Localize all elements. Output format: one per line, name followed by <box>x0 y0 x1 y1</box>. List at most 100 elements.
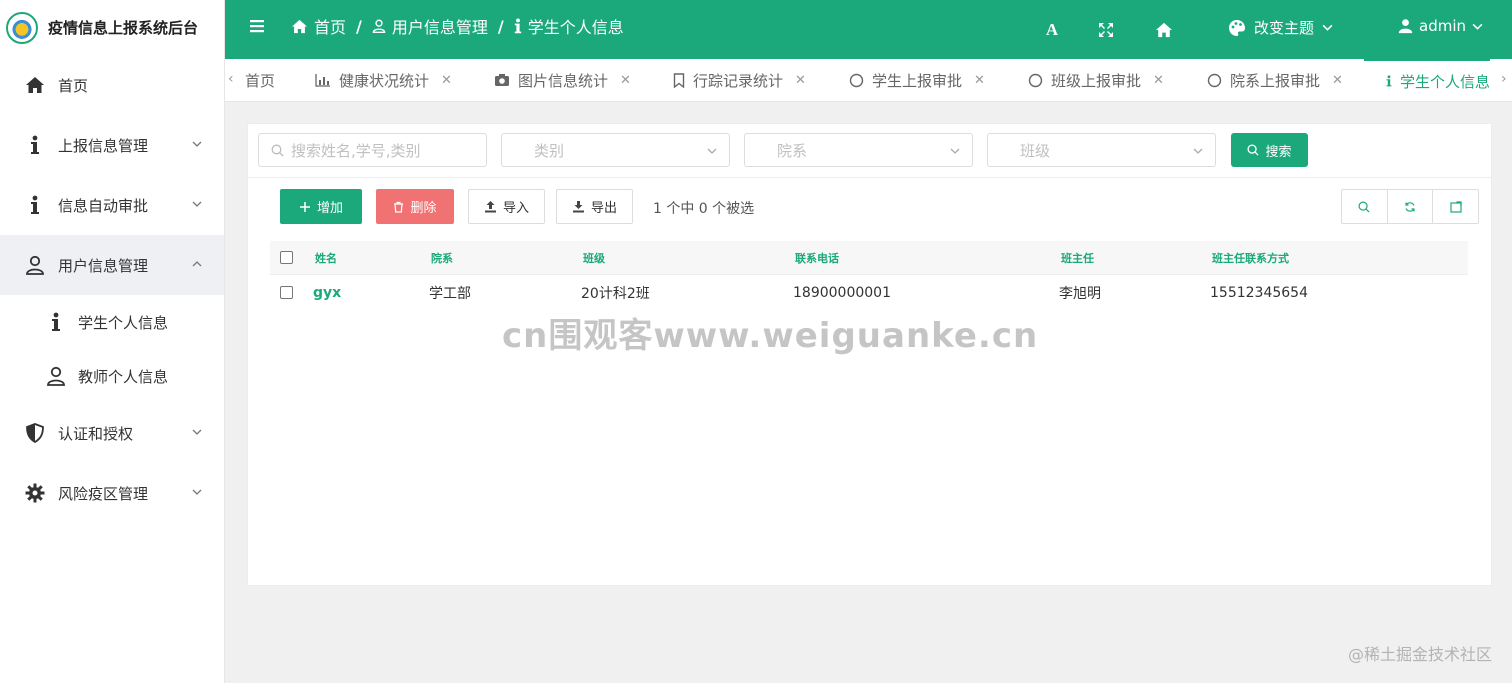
user-dropdown[interactable]: admin <box>1398 17 1483 35</box>
chevron-up-icon <box>192 261 202 267</box>
tab-label: 学生上报审批 <box>872 71 963 90</box>
camera-icon <box>495 74 509 86</box>
sidebar-item-auth[interactable]: 认证和授权 <box>0 403 224 463</box>
menu-toggle-icon[interactable] <box>249 18 265 34</box>
chevron-down-icon <box>707 148 717 154</box>
close-icon[interactable]: ✕ <box>620 73 631 88</box>
close-icon[interactable]: ✕ <box>441 73 452 88</box>
close-icon[interactable]: ✕ <box>1153 73 1164 88</box>
circle-icon <box>1207 73 1222 87</box>
add-button-label: 增加 <box>316 201 343 216</box>
theme-dropdown[interactable]: 改变主题 <box>1228 17 1333 38</box>
column-header[interactable]: 班主任联系方式 <box>1212 250 1289 266</box>
home-icon <box>24 74 46 96</box>
chevron-down-icon <box>1472 23 1483 30</box>
department-placeholder: 院系 <box>777 141 808 160</box>
user-icon <box>372 19 386 33</box>
tab-trace-stats[interactable]: 行踪记录统计 ✕ <box>673 59 806 101</box>
export-button[interactable]: 导出 <box>556 189 633 224</box>
column-header[interactable]: 联系电话 <box>795 250 839 266</box>
trash-icon <box>394 201 404 213</box>
circle-icon <box>849 73 864 87</box>
search-button[interactable]: 搜索 <box>1231 133 1308 167</box>
chevron-down-icon <box>192 141 202 147</box>
class-select[interactable]: 班级 <box>987 133 1216 167</box>
tab-scroll-right-icon[interactable]: › <box>1501 71 1511 89</box>
font-size-button[interactable]: A <box>1045 0 1059 59</box>
breadcrumb-separator: / <box>356 16 362 36</box>
category-placeholder: 类别 <box>534 141 565 160</box>
sidebar-item-label: 首页 <box>58 76 89 95</box>
info-icon <box>514 18 521 34</box>
sidebar-subitem-label: 学生个人信息 <box>78 313 169 332</box>
sidebar-item-report-management[interactable]: 上报信息管理 <box>0 115 224 175</box>
sidebar-item-home[interactable]: 首页 <box>0 55 224 115</box>
bar-chart-icon <box>315 74 330 87</box>
info-icon <box>1386 75 1392 87</box>
fullscreen-icon[interactable] <box>1098 0 1114 59</box>
sidebar-item-risk-area[interactable]: 风险疫区管理 <box>0 463 224 523</box>
delete-button[interactable]: 删除 <box>376 189 454 224</box>
sidebar-subitem-label: 教师个人信息 <box>78 367 169 386</box>
breadcrumb-item[interactable]: 用户信息管理 <box>392 14 488 38</box>
search-icon <box>1247 144 1260 156</box>
close-icon[interactable]: ✕ <box>974 73 985 88</box>
column-header[interactable]: 院系 <box>431 250 453 266</box>
row-checkbox[interactable] <box>280 286 293 299</box>
tab-health-stats[interactable]: 健康状况统计 ✕ <box>315 59 452 101</box>
close-icon[interactable]: ✕ <box>1332 73 1343 88</box>
tab-label: 首页 <box>245 71 276 90</box>
sidebar-item-auto-approval[interactable]: 信息自动审批 <box>0 175 224 235</box>
user-icon <box>46 366 66 386</box>
tab-bar: ‹ 首页 健康状况统计 ✕ 图片信息统计 ✕ 行踪记录统计 ✕ 学生上报审批 ✕… <box>225 59 1512 102</box>
breadcrumb-item[interactable]: 首页 <box>314 14 346 38</box>
search-icon <box>271 144 284 157</box>
logo <box>6 11 38 44</box>
brand-title: 疫情信息上报系统后台 <box>48 19 199 37</box>
table-cell: 18900000001 <box>793 285 891 301</box>
chevron-down-icon <box>192 201 202 207</box>
chevron-down-icon <box>192 489 202 495</box>
tab-label: 行踪记录统计 <box>693 71 784 90</box>
tab-scroll-left-icon[interactable]: ‹ <box>228 71 238 89</box>
info-icon <box>46 312 66 332</box>
sidebar-item-user-management[interactable]: 用户信息管理 <box>0 235 224 295</box>
theme-label: 改变主题 <box>1254 19 1315 37</box>
column-header[interactable]: 班主任 <box>1061 250 1094 266</box>
user-icon <box>24 254 46 276</box>
tab-home[interactable]: 首页 <box>245 59 275 101</box>
category-select[interactable]: 类别 <box>501 133 730 167</box>
table-cell: 15512345654 <box>1210 285 1308 301</box>
column-header[interactable]: 姓名 <box>315 250 337 266</box>
sidebar-subitem-teacher-info[interactable]: 教师个人信息 <box>0 349 224 403</box>
tab-label: 班级上报审批 <box>1051 71 1142 90</box>
tab-label: 院系上报审批 <box>1230 71 1321 90</box>
info-icon <box>24 134 46 156</box>
refresh-icon[interactable] <box>1388 190 1434 223</box>
sidebar-item-label: 风险疫区管理 <box>58 484 149 503</box>
download-icon <box>572 201 584 213</box>
table-cell: 李旭明 <box>1059 286 1101 302</box>
column-header[interactable]: 班级 <box>583 250 605 266</box>
search-toggle-icon[interactable] <box>1342 190 1388 223</box>
keyword-search-input[interactable]: 搜索姓名,学号,类别 <box>258 133 487 167</box>
home-icon[interactable] <box>1155 0 1173 59</box>
table-cell: 学工部 <box>429 286 471 302</box>
add-button[interactable]: 增加 <box>280 189 362 224</box>
tab-student-approval[interactable]: 学生上报审批 ✕ <box>849 59 985 101</box>
close-icon[interactable]: ✕ <box>795 73 806 88</box>
keyword-placeholder: 搜索姓名,学号,类别 <box>291 141 421 160</box>
table-cell: 20计科2班 <box>581 286 650 302</box>
department-select[interactable]: 院系 <box>744 133 973 167</box>
columns-icon[interactable] <box>1433 190 1478 223</box>
tab-department-approval[interactable]: 院系上报审批 ✕ <box>1207 59 1343 101</box>
export-button-label: 导出 <box>590 201 617 216</box>
student-name-link[interactable]: gyx <box>313 285 341 301</box>
palette-icon <box>1229 19 1245 36</box>
sidebar-subitem-student-info[interactable]: 学生个人信息 <box>0 295 224 349</box>
import-button[interactable]: 导入 <box>468 189 545 224</box>
select-all-checkbox[interactable] <box>280 251 293 264</box>
tab-image-stats[interactable]: 图片信息统计 ✕ <box>494 59 631 101</box>
tab-student-info[interactable]: 学生个人信息 <box>1364 59 1490 101</box>
tab-class-approval[interactable]: 班级上报审批 ✕ <box>1028 59 1164 101</box>
